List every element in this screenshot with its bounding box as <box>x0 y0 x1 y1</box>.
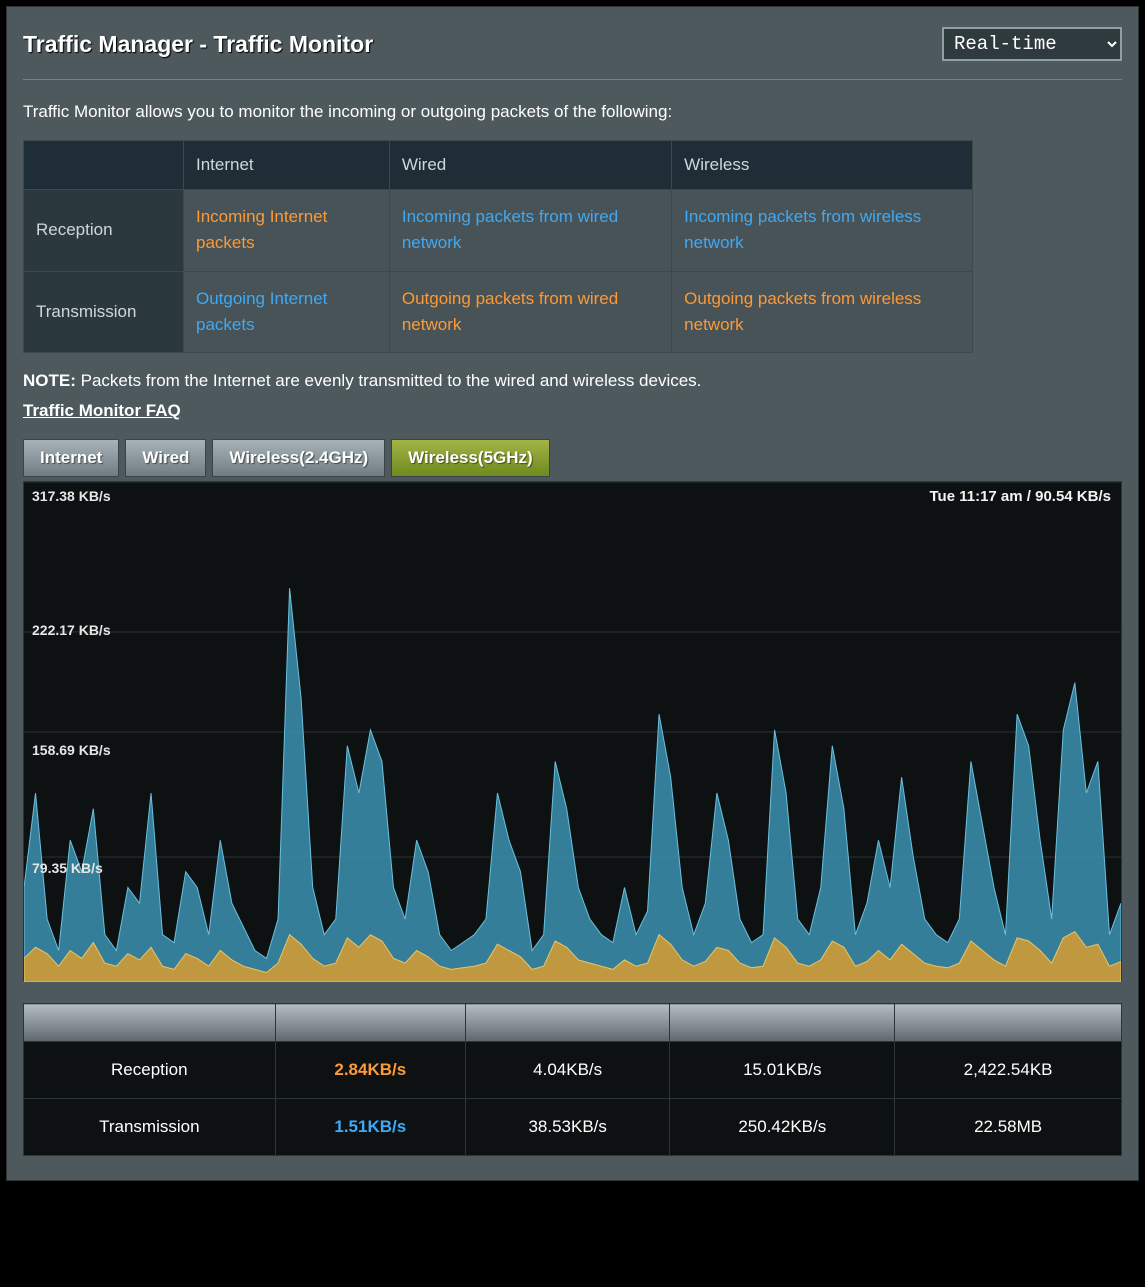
stat-label: Reception <box>24 1042 276 1099</box>
cell-link[interactable]: Outgoing packets from wireless network <box>684 289 921 334</box>
stat-value: 38.53KB/s <box>465 1099 670 1156</box>
desc-col-internet: Internet <box>184 141 390 190</box>
ytick-label: 158.69 KB/s <box>32 742 111 758</box>
note-text: NOTE: Packets from the Internet are even… <box>23 371 1122 391</box>
table-row: Reception 2.84KB/s 4.04KB/s 15.01KB/s 2,… <box>24 1042 1122 1099</box>
cell-link[interactable]: Incoming packets from wired network <box>402 207 618 252</box>
traffic-chart: Tue 11:17 am / 90.54 KB/s 317.38 KB/s 22… <box>23 481 1122 981</box>
stats-table: Reception 2.84KB/s 4.04KB/s 15.01KB/s 2,… <box>23 1003 1122 1156</box>
stats-header-row <box>24 1004 1122 1042</box>
tab-bar: Internet Wired Wireless(2.4GHz) Wireless… <box>23 439 1122 477</box>
desc-col-blank <box>24 141 184 190</box>
table-row: Transmission 1.51KB/s 38.53KB/s 250.42KB… <box>24 1099 1122 1156</box>
stat-value: 2,422.54KB <box>895 1042 1122 1099</box>
traffic-monitor-panel: Traffic Manager - Traffic Monitor Real-t… <box>6 6 1139 1181</box>
cell-link[interactable]: Incoming packets from wireless network <box>684 207 921 252</box>
tab-wireless-5[interactable]: Wireless(5GHz) <box>391 439 550 477</box>
stat-current: 2.84KB/s <box>334 1060 406 1079</box>
ytick-label: 317.38 KB/s <box>32 488 111 504</box>
tab-wireless-24[interactable]: Wireless(2.4GHz) <box>212 439 385 477</box>
tab-wired[interactable]: Wired <box>125 439 206 477</box>
stat-value: 22.58MB <box>895 1099 1122 1156</box>
stat-label: Transmission <box>24 1099 276 1156</box>
faq-link[interactable]: Traffic Monitor FAQ <box>23 401 181 421</box>
desc-col-wireless: Wireless <box>672 141 973 190</box>
table-row: Transmission Outgoing Internet packets O… <box>24 271 973 353</box>
header-row: Traffic Manager - Traffic Monitor Real-t… <box>23 19 1122 80</box>
row-label: Reception <box>24 190 184 272</box>
chart-svg <box>24 482 1121 982</box>
row-label: Transmission <box>24 271 184 353</box>
mode-select[interactable]: Real-time <box>942 27 1122 61</box>
cell-link[interactable]: Outgoing Internet packets <box>196 289 327 334</box>
cell-link[interactable]: Incoming Internet packets <box>196 207 327 252</box>
chart-status: Tue 11:17 am / 90.54 KB/s <box>930 488 1112 505</box>
page-title: Traffic Manager - Traffic Monitor <box>23 31 373 58</box>
stat-current: 1.51KB/s <box>334 1117 406 1136</box>
description-table: Internet Wired Wireless Reception Incomi… <box>23 140 973 353</box>
intro-text: Traffic Monitor allows you to monitor th… <box>23 102 1122 122</box>
stat-value: 4.04KB/s <box>465 1042 670 1099</box>
ytick-label: 222.17 KB/s <box>32 622 111 638</box>
desc-col-wired: Wired <box>389 141 671 190</box>
cell-link[interactable]: Outgoing packets from wired network <box>402 289 618 334</box>
stat-value: 15.01KB/s <box>670 1042 895 1099</box>
tab-internet[interactable]: Internet <box>23 439 119 477</box>
ytick-label: 79.35 KB/s <box>32 860 103 876</box>
stat-value: 250.42KB/s <box>670 1099 895 1156</box>
table-row: Reception Incoming Internet packets Inco… <box>24 190 973 272</box>
